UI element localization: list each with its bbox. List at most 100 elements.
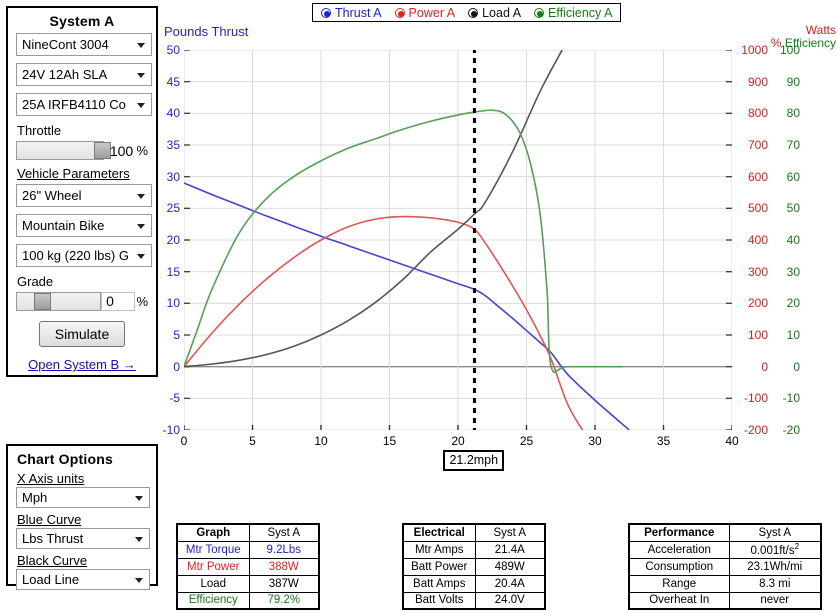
y-axis-efficiency-tick-label: -20 (782, 423, 800, 437)
legend-item-load-a[interactable]: Load A (468, 6, 521, 20)
throttle-row: 100 % (16, 141, 148, 160)
y-axis-watts-tick-label: 1000 (741, 43, 768, 57)
y-axis-efficiency-tick-label: 50 (786, 201, 800, 216)
blue-curve-select[interactable]: Lbs Thrust (16, 528, 150, 549)
table-row-value: 387W (248, 574, 320, 593)
y-axis-left-tick-label: 45 (166, 74, 180, 89)
controller-select[interactable]: 25A IRFB4110 Co (16, 93, 152, 116)
battery-select[interactable]: 24V 12Ah SLA (16, 63, 152, 86)
y-axis-efficiency-tick-label: 10 (786, 328, 800, 342)
legend-label: Load A (482, 5, 522, 20)
table-row-label: Overheat In (628, 591, 730, 610)
vehicle-parameters-label: Vehicle Parameters (17, 166, 130, 181)
table-row-label: Batt Amps (402, 574, 476, 593)
table-row-label: Batt Power (402, 557, 476, 576)
x-axis-units-value: Mph (22, 490, 48, 505)
table-row: Overheat In never (628, 591, 822, 610)
throttle-slider[interactable] (16, 141, 111, 160)
table-row-label: Mtr Power (176, 557, 250, 576)
radio-button-icon[interactable] (394, 7, 405, 18)
black-curve-value: Load Line (22, 572, 80, 587)
table-row-label: Consumption (628, 557, 730, 576)
y-axis-watts-tick-label: 400 (747, 233, 768, 247)
y-axis-left-tick-label: 25 (166, 201, 180, 216)
chevron-down-icon (135, 537, 143, 542)
radio-dot-icon (537, 10, 544, 17)
blue-curve-label: Blue Curve (17, 512, 82, 527)
y-axis-efficiency-tick-label: 90 (786, 74, 800, 89)
grade-value[interactable]: 0 (101, 292, 136, 311)
table-row-value: 23.1Wh/mi (728, 557, 822, 576)
grade-row: 0 % (16, 292, 148, 311)
black-curve-label: Black Curve (17, 553, 88, 568)
motor-select[interactable]: NineCont 3004 (16, 33, 152, 56)
x-axis-tick-label: 0 (180, 434, 188, 448)
wheel-select[interactable]: 26" Wheel (16, 184, 152, 207)
table-row-value: 24.0V (474, 591, 546, 610)
simulate-button[interactable]: Simulate (39, 321, 125, 347)
table-row: Load 387W (176, 574, 320, 593)
radio-button-icon[interactable] (321, 7, 331, 18)
y-axis-watts-tick-label: 0 (761, 359, 768, 374)
legend-item-thrust-a[interactable]: Thrust A (321, 6, 382, 20)
throttle-unit: % (136, 143, 148, 158)
radio-dot-icon (397, 10, 404, 17)
table-row: Mtr Power 388W (176, 557, 320, 576)
table-row: Batt Volts 24.0V (402, 591, 546, 610)
plot-area[interactable] (184, 50, 732, 430)
superscript: 2 (794, 542, 800, 552)
wheel-select-value: 26" Wheel (22, 188, 82, 203)
table-row-label: Range (628, 574, 730, 593)
y-axis-left-tick-label: 50 (166, 43, 180, 57)
x-axis-tick-label: 25 (519, 434, 534, 448)
chevron-down-icon (137, 194, 145, 199)
y-axis-efficiency-tick-label: 80 (786, 106, 800, 121)
table-header-cell: Graph (176, 523, 250, 542)
table-header-row: Graph Syst A (176, 523, 320, 542)
table-row-value: 388W (248, 557, 320, 576)
table-header-cell: Syst A (248, 523, 320, 542)
open-system-b-link[interactable]: Open System B → (16, 357, 148, 372)
y-axis-left-tick-label: 5 (173, 328, 180, 342)
legend-label: Power A (408, 5, 456, 20)
chevron-down-icon (137, 103, 145, 108)
black-curve-select[interactable]: Load Line (16, 569, 150, 590)
grade-slider-thumb[interactable] (33, 293, 51, 310)
chart-container: Pounds Thrust Watts % Efficiency 21.2mph… (160, 24, 838, 471)
weight-select[interactable]: 100 kg (220 lbs) G (16, 244, 152, 267)
table-header-cell: Syst A (728, 523, 822, 542)
table-row-value: 21.4A (474, 540, 546, 559)
weight-select-value: 100 kg (220 lbs) G (22, 248, 129, 263)
table-row: Range 8.3 mi (628, 574, 822, 593)
y-axis-efficiency-tick-label: 70 (786, 138, 800, 152)
y-axis-left-tick-label: 15 (166, 264, 180, 279)
legend-item-efficiency-a[interactable]: Efficiency A (534, 6, 612, 20)
legend-item-power-a[interactable]: Power A (394, 5, 456, 20)
chart-legend: Thrust A Power A Load A Efficiency A (312, 3, 622, 22)
x-axis-tick-label: 35 (656, 434, 671, 448)
table-row-label: Efficiency (176, 591, 250, 610)
bike-type-select[interactable]: Mountain Bike (16, 214, 152, 237)
table-row: Batt Amps 20.4A (402, 574, 546, 593)
radio-button-icon[interactable] (468, 7, 479, 18)
y-axis-efficiency-tick-label: 20 (786, 296, 800, 311)
y-axis-watts-tick-label: 300 (747, 264, 768, 279)
motor-select-value: NineCont 3004 (22, 37, 109, 52)
table-row-label: Batt Volts (402, 591, 476, 610)
y-axis-efficiency-tick-label: 40 (786, 233, 800, 247)
table-row-value: never (728, 591, 822, 610)
throttle-slider-thumb[interactable] (94, 142, 111, 159)
chart-options-panel: Chart Options X Axis units Mph Blue Curv… (6, 444, 158, 590)
radio-button-icon[interactable] (534, 7, 545, 18)
x-axis-units-select[interactable]: Mph (16, 487, 150, 508)
chevron-down-icon (137, 43, 145, 48)
y-axis-watts-tick-label: -100 (743, 391, 768, 406)
system-a-panel: System A NineCont 3004 24V 12Ah SLA 25A … (6, 6, 158, 377)
y-axis-left-tick-label: 20 (166, 233, 180, 247)
table-row-value: 489W (474, 557, 546, 576)
table-row: Batt Power 489W (402, 557, 546, 576)
grade-unit: % (136, 294, 148, 309)
graph-data-table: Graph Syst A Mtr Torque 9.2Lbs Mtr Power 388W… (176, 523, 320, 610)
grade-slider[interactable] (16, 292, 102, 311)
battery-select-value: 24V 12Ah SLA (22, 67, 108, 82)
